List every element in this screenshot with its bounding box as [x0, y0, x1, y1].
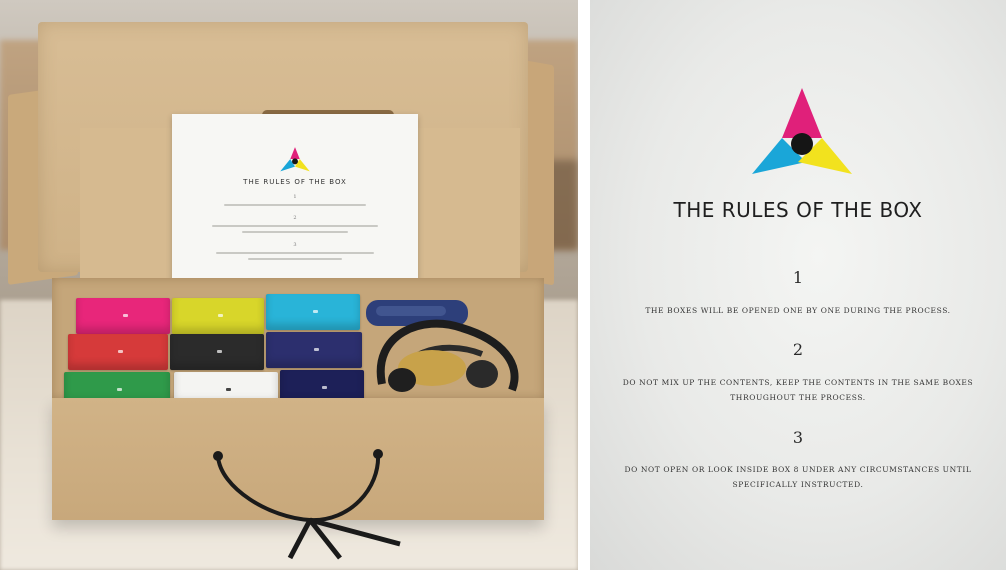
- mini-box-navy: [266, 332, 362, 368]
- rule-text-1: THE BOXES WILL BE OPENED ONE BY ONE DURI…: [645, 306, 951, 315]
- card-rule-number: 2: [293, 215, 297, 221]
- card-rule-line: [212, 225, 378, 227]
- mini-box-yellow: [172, 298, 264, 334]
- image-divider: [578, 0, 590, 570]
- rule-text-3: DO NOT OPEN OR LOOK INSIDE BOX 8 UNDER A…: [624, 465, 972, 489]
- card-logo-icon: [280, 147, 310, 172]
- mini-box-black: [170, 334, 264, 370]
- card-rule-line: [242, 231, 348, 233]
- box-photo: THE RULES OF THE BOX 1 2 3: [0, 0, 578, 570]
- rules-card: THE RULES OF THE BOX 1 2 3: [172, 114, 418, 296]
- sheet-title: THE RULES OF THE BOX: [673, 198, 923, 222]
- card-rule-number: 1: [293, 194, 297, 200]
- tricolor-logo-icon: [752, 88, 852, 174]
- rule-text-2: DO NOT MIX UP THE CONTENTS, KEEP THE CON…: [622, 378, 974, 402]
- mini-box-magenta: [76, 298, 170, 334]
- mini-box-cyan: [266, 294, 360, 330]
- rules-sheet: THE RULES OF THE BOX 1 THE BOXES WILL BE…: [590, 0, 1006, 570]
- card-title: THE RULES OF THE BOX: [243, 178, 347, 186]
- card-rule-number: 3: [293, 242, 297, 248]
- rule-number-2: 2: [792, 340, 804, 359]
- headphones: [366, 300, 519, 392]
- card-rule-line: [216, 252, 374, 254]
- card-rule-line: [248, 258, 342, 260]
- rule-number-1: 1: [792, 268, 804, 287]
- mini-box-red: [68, 334, 168, 370]
- card-rule-line: [224, 204, 366, 206]
- rule-number-3: 3: [792, 428, 804, 447]
- ribbon-handle: [213, 449, 401, 560]
